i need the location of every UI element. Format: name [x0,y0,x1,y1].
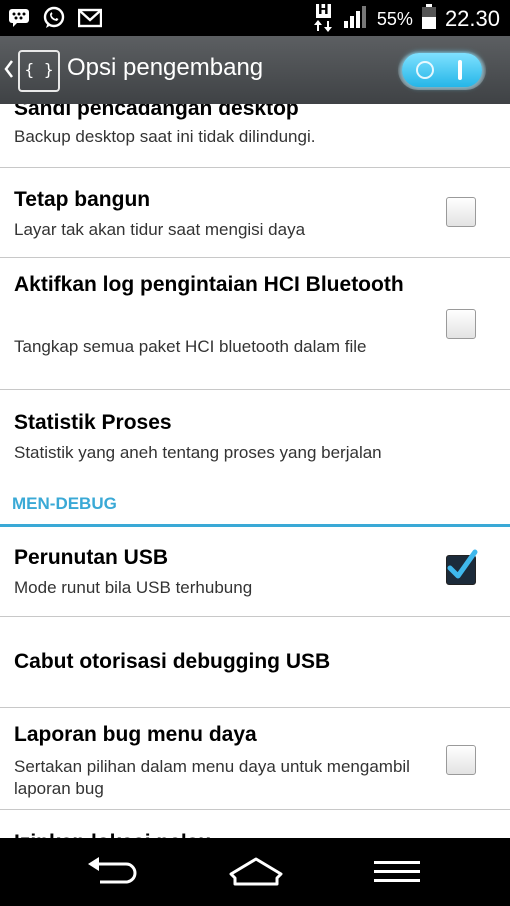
list-item-revoke-usb-debugging-auth[interactable]: Cabut otorisasi debugging USB [0,617,510,708]
stay-awake-checkbox[interactable] [446,197,476,227]
item-title: Perunutan USB [14,546,169,569]
signal-icon [343,5,369,33]
list-item-power-menu-bug-reports[interactable]: Laporan bug menu daya Sertakan pilihan d… [0,708,510,810]
developer-options-toggle[interactable] [398,50,486,90]
list-item-desktop-backup-password[interactable]: Sandi pencadangan desktop Backup desktop… [0,104,510,168]
item-title: Izinkan lokasi palsu [14,828,414,838]
home-icon[interactable] [228,856,284,892]
hci-bluetooth-log-checkbox[interactable] [446,309,476,339]
toggle-off-icon [416,61,434,79]
gmail-icon [77,8,103,32]
item-subtitle: Tangkap semua paket HCI bluetooth dalam … [14,337,367,356]
action-bar: { } Opsi pengembang [0,36,510,104]
status-bar: H 55% 22.30 [0,0,510,36]
page-title: Opsi pengembang [67,54,264,81]
toggle-on-icon [458,60,462,80]
checkmark-icon [447,549,478,579]
navigation-bar [0,838,510,906]
settings-list[interactable]: Sandi pencadangan desktop Backup desktop… [0,104,510,838]
usb-debugging-checkbox[interactable] [446,549,478,585]
list-item-allow-mock-locations[interactable]: Izinkan lokasi palsu [0,810,510,838]
battery-icon [421,4,437,34]
list-item-hci-bluetooth-log[interactable]: Aktifkan log pengintaian HCI Bluetooth T… [0,258,510,390]
toggle-knob [402,53,482,87]
item-title: Cabut otorisasi debugging USB [14,650,331,673]
item-title: Sandi pencadangan desktop [14,104,299,120]
item-subtitle: Mode runut bila USB terhubung [14,578,253,597]
item-title: Tetap bangun [14,188,151,211]
power-menu-bug-reports-checkbox[interactable] [446,745,476,775]
battery-percent: 55% [376,8,413,29]
network-type-icon: H [313,4,335,33]
back-chevron-icon[interactable] [4,58,14,84]
list-item-stay-awake[interactable]: Tetap bangun Layar tak akan tidur saat m… [0,167,510,258]
item-subtitle: Statistik yang aneh tentang proses yang … [14,443,382,462]
item-subtitle: Sertakan pilihan dalam menu daya untuk m… [14,757,410,798]
list-item-usb-debugging[interactable]: Perunutan USB Mode runut bila USB terhub… [0,527,510,617]
section-header-label: MEN-DEBUG [12,494,117,513]
clock: 22.30 [444,6,500,31]
item-title: Aktifkan log pengintaian HCI Bluetooth [14,273,404,296]
developer-options-icon[interactable]: { } [18,50,60,92]
back-icon[interactable] [86,856,140,892]
item-subtitle: Backup desktop saat ini tidak dilindungi… [14,127,316,146]
item-title: Laporan bug menu daya [14,723,257,746]
whatsapp-icon [42,6,66,34]
item-title: Statistik Proses [14,411,172,434]
list-item-process-stats[interactable]: Statistik Proses Statistik yang aneh ten… [0,390,510,470]
menu-icon[interactable] [374,860,420,888]
section-header-debugging: MEN-DEBUG [0,484,510,527]
item-subtitle: Layar tak akan tidur saat mengisi daya [14,220,306,239]
bbm-icon [8,8,30,32]
